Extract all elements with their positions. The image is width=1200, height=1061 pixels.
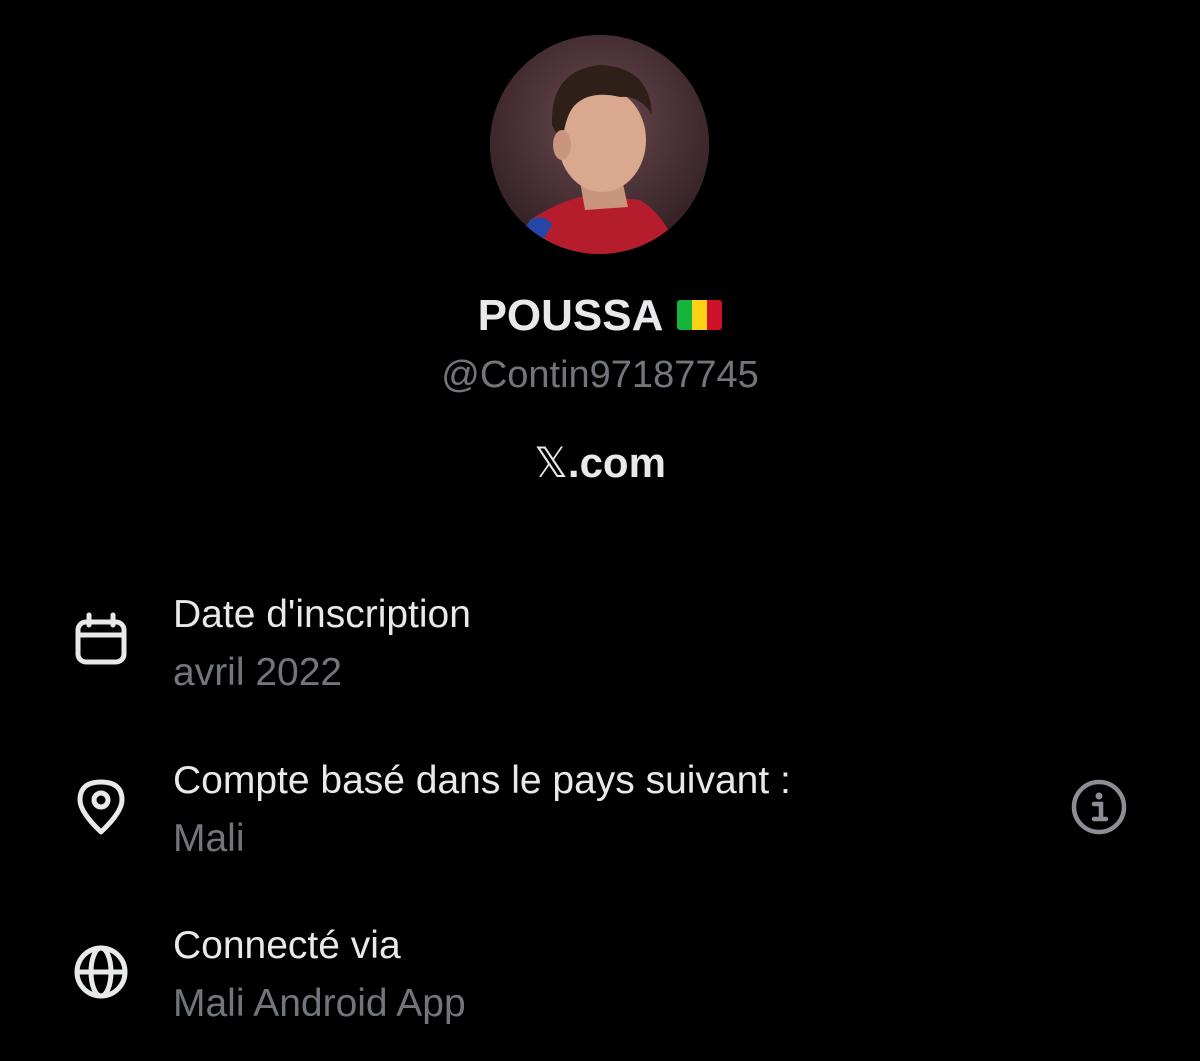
detail-title: Compte basé dans le pays suivant :: [173, 759, 791, 802]
globe-icon: [74, 945, 128, 999]
user-handle: @Contin97187745: [441, 354, 759, 396]
detail-row-country: Compte basé dans le pays suivant : Mali: [0, 756, 1200, 886]
site-suffix: .com: [567, 439, 666, 486]
detail-title: Connecté via: [173, 924, 401, 967]
detail-value: Mali: [173, 817, 245, 860]
avatar-image: [490, 35, 709, 254]
detail-row-connected-via: Connecté via Mali Android App: [0, 921, 1200, 1051]
detail-title: Date d'inscription: [173, 593, 471, 636]
avatar[interactable]: [490, 35, 709, 254]
mali-flag-icon: [677, 300, 723, 331]
site-label: 𝕏.com: [0, 438, 1200, 488]
detail-value: Mali Android App: [173, 982, 466, 1025]
calendar-icon: [75, 612, 127, 665]
location-pin-icon: [77, 779, 125, 835]
display-name: POUSSA: [477, 291, 664, 340]
detail-row-join-date: Date d'inscription avril 2022: [0, 590, 1200, 720]
x-logo-icon: 𝕏: [534, 438, 568, 487]
detail-value: avril 2022: [173, 651, 343, 694]
display-name-row: POUSSA: [0, 290, 1200, 342]
info-icon[interactable]: [1068, 776, 1130, 838]
